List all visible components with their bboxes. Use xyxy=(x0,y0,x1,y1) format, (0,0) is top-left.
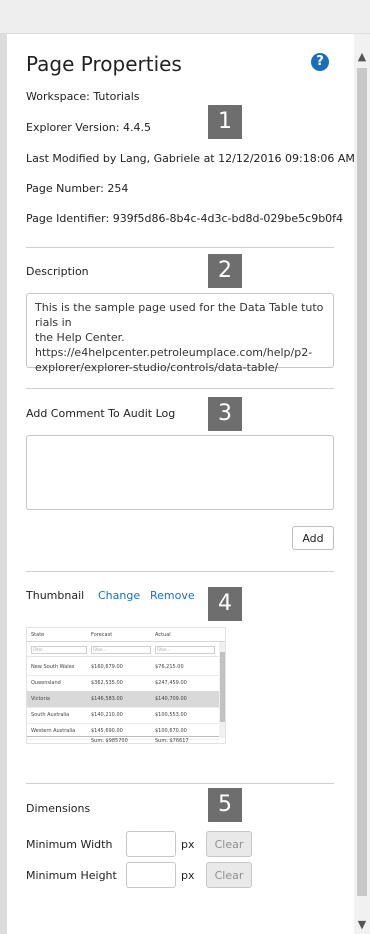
thumbnail-table-cell: Queensland xyxy=(31,680,61,686)
section-divider xyxy=(26,571,334,572)
min-height-input[interactable] xyxy=(126,862,176,888)
clear-min-height-button[interactable]: Clear xyxy=(206,862,252,888)
thumbnail-table-cell: $146,583.00 xyxy=(91,696,123,702)
scrollbar-thumb[interactable] xyxy=(357,68,367,896)
description-line: explorer/explorer-studio/controls/data-t… xyxy=(35,361,279,374)
thumbnail-image: State Forecast Actual Filter... Filter..… xyxy=(26,627,226,744)
thumbnail-table-cell: $145,690.00 xyxy=(91,728,123,734)
thumbnail-filter-box: Filter... xyxy=(31,646,87,654)
workspace-info: Workspace: Tutorials xyxy=(26,90,140,103)
thumbnail-label: Thumbnail xyxy=(26,589,85,602)
thumbnail-table-cell: $140,709.00 xyxy=(155,696,187,702)
audit-comment-input[interactable] xyxy=(26,435,334,510)
explorer-version-info: Explorer Version: 4.4.5 xyxy=(26,121,151,134)
min-width-input[interactable] xyxy=(126,831,176,857)
thumbnail-filter-row: Filter... Filter... Filter... xyxy=(27,643,225,657)
last-modified-info: Last Modified by Lang, Gabriele at 12/12… xyxy=(26,152,355,165)
thumbnail-scrollbar xyxy=(219,642,225,738)
change-thumbnail-link[interactable]: Change xyxy=(98,589,140,602)
description-line: https://e4helpcenter.petroleumplace.com/… xyxy=(35,346,313,359)
callout-5: 5 xyxy=(208,788,242,822)
page-identifier-info: Page Identifier: 939f5d86-8b4c-4d3c-bd8d… xyxy=(26,212,344,225)
min-height-label: Minimum Height xyxy=(26,869,117,882)
thumbnail-filter-box: Filter... xyxy=(91,646,151,654)
thumbnail-table-cell: $247,459.00 xyxy=(155,680,187,686)
help-icon[interactable]: ? xyxy=(311,53,329,71)
thumbnail-table-cell: $362,535.00 xyxy=(91,680,123,686)
thumbnail-table-cell: $76,215.00 xyxy=(155,664,184,670)
thumbnail-filter-box: Filter... xyxy=(155,646,215,654)
min-width-label: Minimum Width xyxy=(26,838,113,851)
section-divider xyxy=(26,388,334,389)
dimensions-label: Dimensions xyxy=(26,802,91,815)
thumbnail-table-cell: South Australia xyxy=(31,712,70,718)
add-comment-button[interactable]: Add xyxy=(292,526,334,550)
min-height-unit: px xyxy=(181,869,195,882)
thumbnail-table-cell: $140,210.00 xyxy=(91,712,123,718)
thumbnail-table-cell: New South Wales xyxy=(31,664,75,670)
thumbnail-header-row: State Forecast Actual xyxy=(27,628,225,642)
min-width-unit: px xyxy=(181,838,195,851)
thumbnail-total: Sum: $76617 xyxy=(155,738,189,744)
callout-2: 2 xyxy=(208,254,242,288)
remove-thumbnail-link[interactable]: Remove xyxy=(150,589,195,602)
thumbnail-table-cell: $100,553.00 xyxy=(155,712,187,718)
chevron-down-icon[interactable]: ▼ xyxy=(354,916,370,934)
thumbnail-column-header: Actual xyxy=(155,632,171,638)
thumbnail-table-cell: $100,670.00 xyxy=(155,728,187,734)
callout-1: 1 xyxy=(208,105,242,139)
description-line: This is the sample page used for the Dat… xyxy=(35,301,324,329)
thumbnail-column-header: Forecast xyxy=(91,632,113,638)
thumbnail-table-row: New South Wales $160,679.00 $76,215.00 xyxy=(27,659,219,676)
left-panel-edge xyxy=(0,34,7,934)
thumbnail-table-row: South Australia $140,210.00 $100,553.00 xyxy=(27,707,219,724)
thumbnail-table-row: Victoria $146,583.00 $140,709.00 xyxy=(27,691,219,708)
section-divider xyxy=(26,247,334,248)
thumbnail-table-cell: $160,679.00 xyxy=(91,664,123,670)
thumbnail-table-cell: Western Australia xyxy=(31,728,76,734)
thumbnail-column-header: State xyxy=(31,632,45,638)
audit-comment-label: Add Comment To Audit Log xyxy=(26,407,176,420)
callout-3: 3 xyxy=(208,397,242,431)
thumbnail-scroll-thumb xyxy=(220,652,225,722)
panel-scrollbar[interactable]: ▲ ▼ xyxy=(354,34,370,934)
clear-min-width-button[interactable]: Clear xyxy=(206,831,252,857)
thumbnail-total: Sum: $985700 xyxy=(91,738,128,744)
chevron-up-icon[interactable]: ▲ xyxy=(354,48,370,66)
description-line: the Help Center. xyxy=(35,331,125,344)
description-label: Description xyxy=(26,265,89,278)
page-number-info: Page Number: 254 xyxy=(26,182,129,195)
thumbnail-table-row: Queensland $362,535.00 $247,459.00 xyxy=(27,675,219,692)
callout-4: 4 xyxy=(208,587,242,621)
description-textarea[interactable]: This is the sample page used for the Dat… xyxy=(26,293,334,374)
top-bar xyxy=(0,0,370,34)
thumbnail-totals-row: Sum: $985700 Sum: $76617 xyxy=(27,736,219,744)
thumbnail-table-cell: Victoria xyxy=(31,696,50,702)
page-title: Page Properties xyxy=(26,52,182,76)
section-divider xyxy=(26,783,334,784)
